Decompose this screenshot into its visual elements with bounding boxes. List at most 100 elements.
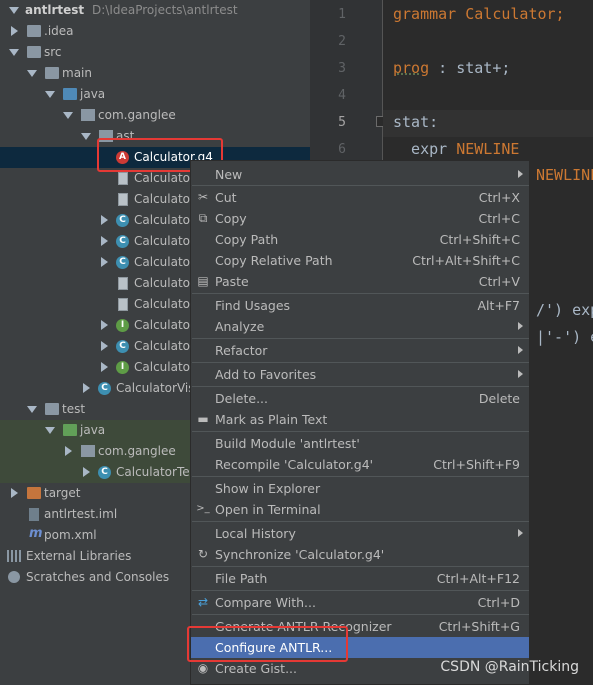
menu-item-open-in-terminal[interactable]: >_ Open in Terminal (191, 499, 529, 520)
menu-item-shortcut: Ctrl+Shift+G (438, 619, 520, 634)
package-icon (81, 445, 95, 457)
tree-node-idea[interactable]: .idea (0, 21, 310, 42)
menu-item-label: Mark as Plain Text (215, 412, 328, 427)
code-line-6: expr NEWLINE (393, 140, 519, 158)
tree-label: CalculatorTes (116, 465, 196, 479)
menu-item-synchronize[interactable]: ↻ Synchronize 'Calculator.g4' (191, 544, 529, 565)
menu-item-shortcut: Alt+F7 (477, 298, 520, 313)
chevron-down-icon[interactable] (9, 7, 19, 14)
tree-label: java (80, 423, 106, 437)
menu-item-show-in-explorer[interactable]: Show in Explorer (191, 478, 529, 499)
chevron-right-icon[interactable] (101, 257, 108, 267)
submenu-arrow-icon (518, 170, 523, 178)
menu-item-analyze[interactable]: Analyze (191, 316, 529, 337)
submenu-arrow-icon (518, 346, 523, 354)
tree-label: Calculator (134, 255, 195, 269)
chevron-right-icon[interactable] (101, 215, 108, 225)
chevron-right-icon[interactable] (83, 383, 90, 393)
chevron-down-icon[interactable] (27, 406, 37, 413)
maven-icon: m (29, 526, 43, 541)
menu-item-shortcut: Ctrl+D (477, 595, 520, 610)
menu-item-label: File Path (215, 571, 268, 586)
keyword: grammar (393, 5, 457, 23)
tree-label: test (62, 402, 86, 416)
chevron-right-icon[interactable] (83, 467, 90, 477)
tree-node-java[interactable]: java (0, 84, 310, 105)
tree-node-main[interactable]: main (0, 63, 310, 84)
code-text: stat: (393, 113, 439, 131)
tree-label: src (44, 45, 62, 59)
menu-item-refactor[interactable]: Refactor (191, 340, 529, 361)
menu-item-local-history[interactable]: Local History (191, 523, 529, 544)
menu-item-label: Build Module 'antlrtest' (215, 436, 360, 451)
menu-item-find-usages[interactable]: Find Usages Alt+F7 (191, 295, 529, 316)
chevron-right-icon[interactable] (101, 236, 108, 246)
tree-label: pom.xml (44, 528, 97, 542)
menu-item-label: Find Usages (215, 298, 291, 313)
chevron-down-icon[interactable] (45, 91, 55, 98)
highlight-box-configure (187, 626, 348, 662)
menu-item-label: Cut (215, 190, 237, 205)
tree-node-project-root[interactable]: antlrtest D:\IdeaProjects\antlrtest (0, 0, 310, 21)
compare-icon: ⇄ (197, 595, 209, 609)
chevron-right-icon[interactable] (101, 341, 108, 351)
menu-item-label: Recompile 'Calculator.g4' (215, 457, 374, 472)
project-name: antlrtest (25, 3, 85, 17)
chevron-right-icon[interactable] (101, 320, 108, 330)
file-icon (118, 277, 128, 290)
chevron-right-icon[interactable] (11, 488, 18, 498)
code-fragment: NEWLINE (536, 166, 593, 184)
menu-item-mark-plain-text[interactable]: ▬ Mark as Plain Text (191, 409, 529, 430)
menu-item-delete[interactable]: Delete... Delete (191, 388, 529, 409)
file-icon (118, 193, 128, 206)
chevron-down-icon[interactable] (81, 133, 91, 140)
copy-icon: ⧉ (198, 211, 208, 225)
tree-label: com.ganglee (98, 444, 176, 458)
menu-item-label: Paste (215, 274, 249, 289)
menu-item-cut[interactable]: ✂ Cut Ctrl+X (191, 187, 529, 208)
menu-item-label: Copy (215, 211, 247, 226)
chevron-down-icon[interactable] (45, 427, 55, 434)
menu-item-shortcut: Ctrl+Shift+F9 (433, 457, 520, 472)
menu-item-file-path[interactable]: File Path Ctrl+Alt+F12 (191, 568, 529, 589)
submenu-arrow-icon (518, 529, 523, 537)
tree-label: Calculator (134, 318, 195, 332)
menu-item-shortcut: Delete (478, 391, 520, 406)
menu-item-label: Create Gist... (215, 661, 298, 676)
menu-item-add-to-favorites[interactable]: Add to Favorites (191, 364, 529, 385)
menu-separator (192, 566, 529, 567)
menu-item-compare-with[interactable]: ⇄ Compare With... Ctrl+D (191, 592, 529, 613)
menu-item-copy-path[interactable]: Copy Path Ctrl+Shift+C (191, 229, 529, 250)
menu-separator (192, 185, 529, 186)
menu-item-copy-relative-path[interactable]: Copy Relative Path Ctrl+Alt+Shift+C (191, 250, 529, 271)
tree-label: CalculatorVis (116, 381, 195, 395)
chevron-down-icon[interactable] (63, 112, 73, 119)
menu-item-label: New (215, 167, 243, 182)
menu-item-build-module[interactable]: Build Module 'antlrtest' (191, 433, 529, 454)
line-number: 1 (338, 7, 346, 22)
menu-item-recompile[interactable]: Recompile 'Calculator.g4' Ctrl+Shift+F9 (191, 454, 529, 475)
tree-label: Scratches and Consoles (26, 570, 170, 584)
project-path: D:\IdeaProjects\antlrtest (92, 3, 238, 17)
chevron-right-icon[interactable] (65, 446, 72, 456)
menu-item-label: Add to Favorites (215, 367, 317, 382)
code-line-3: prog : stat+; (393, 59, 510, 77)
chevron-down-icon[interactable] (9, 49, 19, 56)
plain-text-icon: ▬ (197, 412, 209, 426)
line-number-current: 5 (338, 115, 346, 130)
watermark: CSDN @RainTicking (440, 659, 579, 675)
chevron-down-icon[interactable] (27, 70, 37, 77)
menu-separator (192, 386, 529, 387)
chevron-right-icon[interactable] (11, 26, 18, 36)
tree-node-package[interactable]: com.ganglee (0, 105, 310, 126)
menu-item-new[interactable]: New (191, 164, 529, 185)
menu-item-copy[interactable]: ⧉ Copy Ctrl+C (191, 208, 529, 229)
tree-label: Calculator (134, 339, 195, 353)
tree-node-src[interactable]: src (0, 42, 310, 63)
class-icon: C (98, 466, 111, 479)
tree-label: antlrtest.iml (44, 507, 118, 521)
class-icon: C (98, 382, 111, 395)
menu-item-paste[interactable]: ▤ Paste Ctrl+V (191, 271, 529, 292)
menu-item-shortcut: Ctrl+Alt+Shift+C (412, 253, 520, 268)
chevron-right-icon[interactable] (101, 362, 108, 372)
